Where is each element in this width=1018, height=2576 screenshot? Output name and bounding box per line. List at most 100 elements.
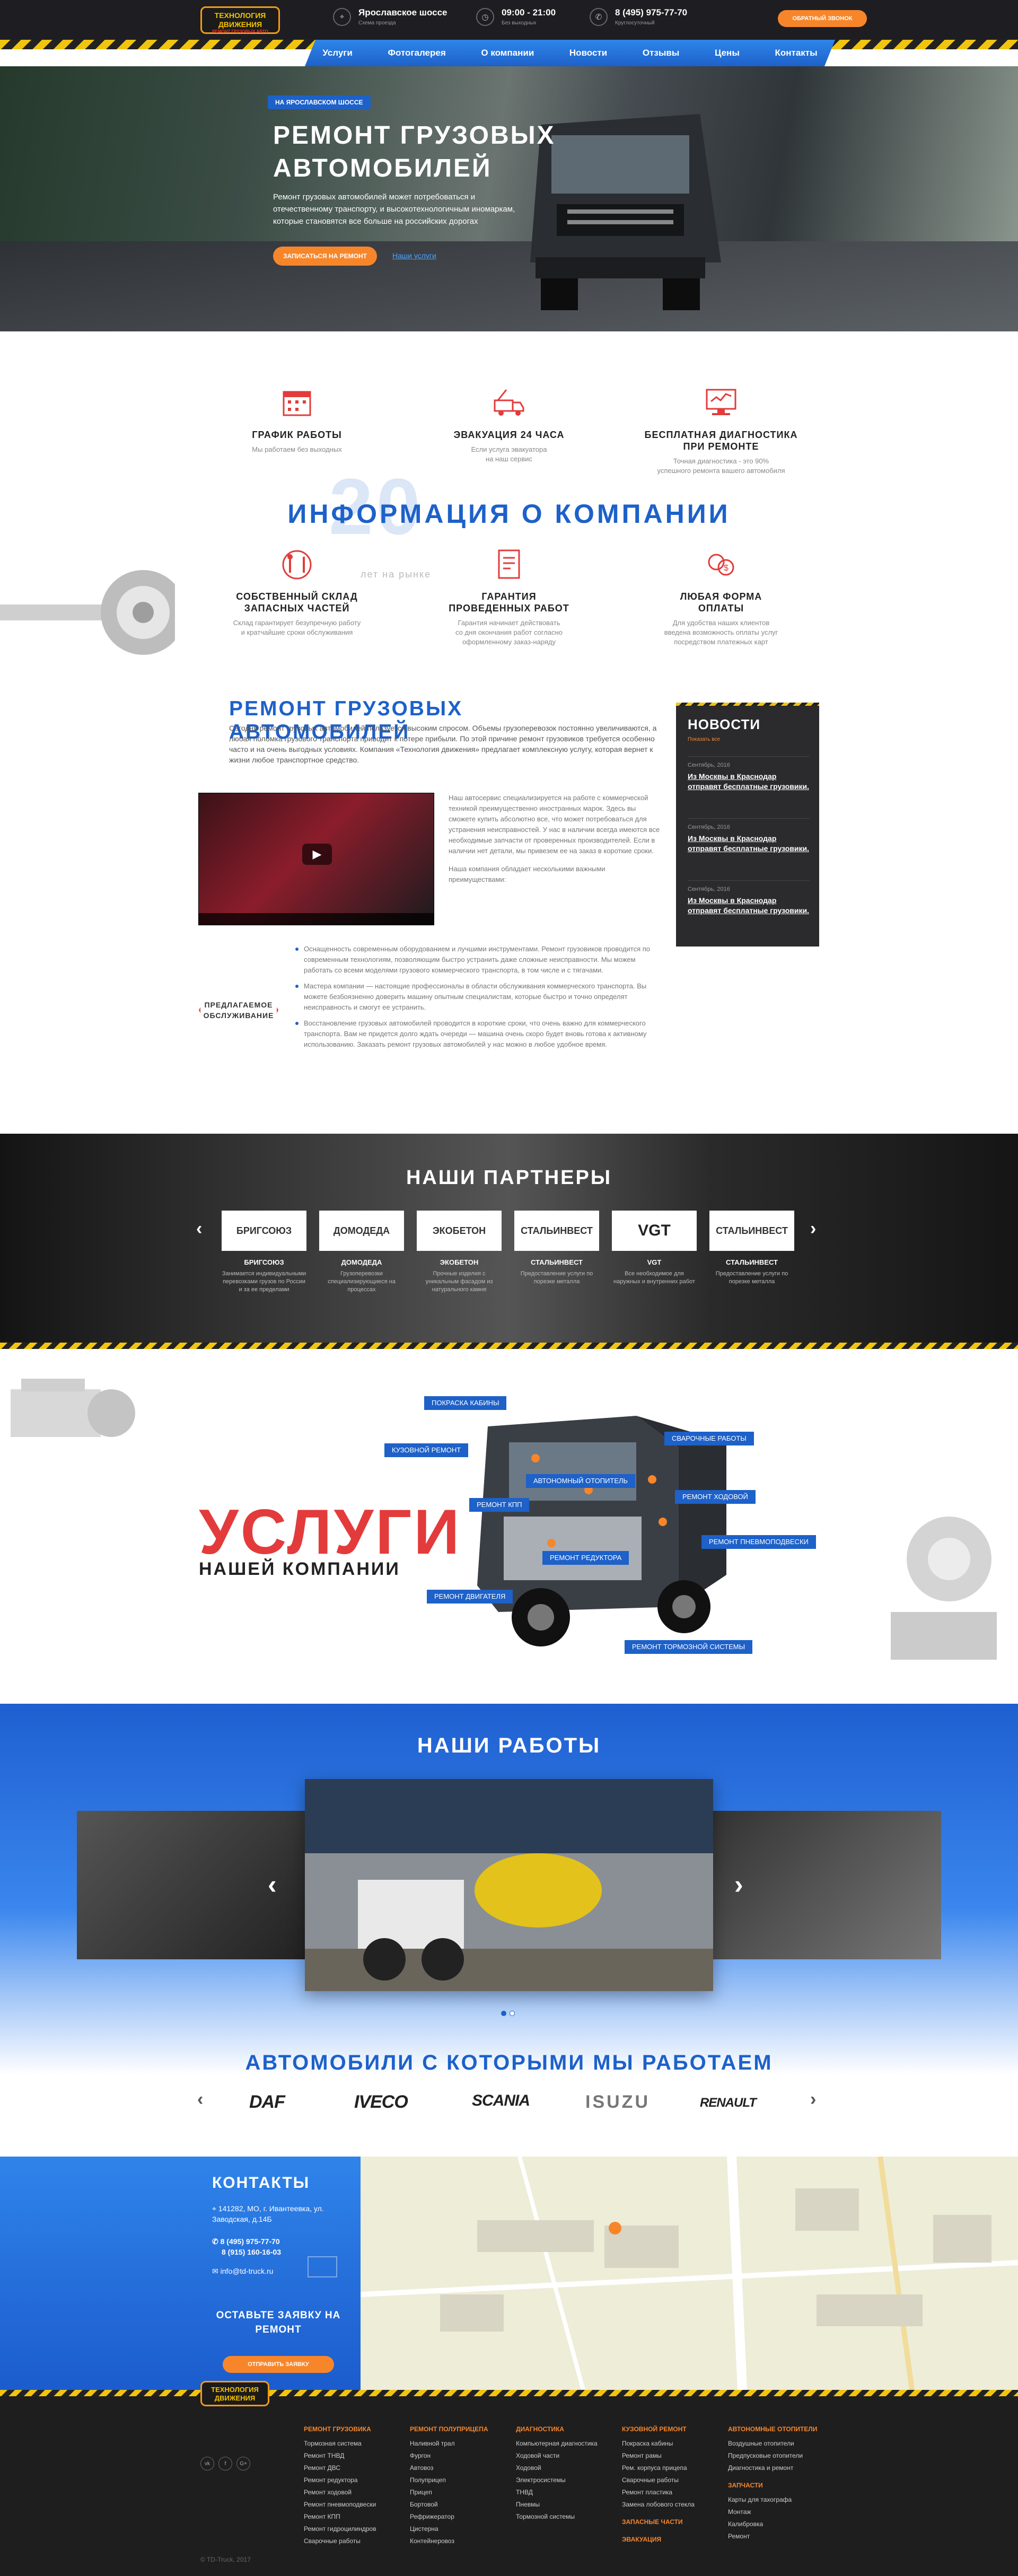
google-plus-icon[interactable]: G+ bbox=[236, 2457, 250, 2470]
footer-link[interactable]: Полуприцеп bbox=[410, 2474, 511, 2486]
footer-link[interactable]: Ремонт КПП bbox=[304, 2511, 405, 2523]
footer-column-heading[interactable]: КУЗОВНОЙ РЕМОНТ bbox=[622, 2423, 723, 2435]
email-link[interactable]: info@td-truck.ru bbox=[221, 2267, 274, 2275]
footer-link[interactable]: Контейнеровоз bbox=[410, 2535, 511, 2547]
service-tag[interactable]: РЕМОНТ ПНЕВМОПОДВЕСКИ bbox=[701, 1535, 816, 1549]
hero-services-link[interactable]: Наши услуги bbox=[392, 251, 436, 260]
partner-logo[interactable]: БРИГСОЮЗ bbox=[222, 1211, 306, 1251]
service-tag[interactable]: РЕМОНТ КПП bbox=[469, 1498, 530, 1512]
brand-logo-isuzu[interactable]: ISUZU bbox=[585, 2092, 650, 2113]
footer-link[interactable]: Прицеп bbox=[410, 2486, 511, 2499]
footer-link[interactable]: Калибровка bbox=[728, 2518, 829, 2530]
dot[interactable] bbox=[510, 2011, 515, 2016]
facebook-icon[interactable]: f bbox=[218, 2457, 232, 2470]
service-tag[interactable]: АВТОНОМНЫЙ ОТОПИТЕЛЬ bbox=[526, 1474, 636, 1488]
footer-column-heading[interactable]: ЭВАКУАЦИЯ bbox=[622, 2534, 723, 2546]
footer-link[interactable]: Покраска кабины bbox=[622, 2438, 723, 2450]
chevron-left-icon[interactable]: ‹ bbox=[268, 1869, 277, 1900]
map[interactable] bbox=[361, 2157, 1018, 2390]
footer-link[interactable]: Рем. корпуса прицепа bbox=[622, 2462, 723, 2474]
brand-logo-renault[interactable]: RENAULT bbox=[700, 2096, 757, 2110]
chevron-left-icon[interactable]: ‹ bbox=[196, 1219, 202, 1239]
brand-logo-scania[interactable]: SCANIA bbox=[472, 2092, 530, 2110]
footer-link[interactable]: Наливной трал bbox=[410, 2438, 511, 2450]
footer-link[interactable]: Цистерна bbox=[410, 2523, 511, 2535]
footer-link[interactable]: Воздушные отопители bbox=[728, 2438, 829, 2450]
footer-link[interactable]: Ремонт ДВС bbox=[304, 2462, 405, 2474]
partner-logo[interactable]: ЭКОБЕТОН bbox=[417, 1211, 502, 1251]
footer-link[interactable]: Монтаж bbox=[728, 2506, 829, 2518]
route-link[interactable]: Схема проезда bbox=[358, 20, 447, 26]
footer-link[interactable]: ТНВД bbox=[516, 2486, 617, 2499]
news-all-link[interactable]: Показать все bbox=[688, 737, 720, 742]
footer-link[interactable]: Ремонт ходовой bbox=[304, 2486, 405, 2499]
footer-column-heading[interactable]: РЕМОНТ ПОЛУПРИЦЕПА bbox=[410, 2423, 511, 2435]
footer-logo[interactable]: ТЕХНОЛОГИЯ ДВИЖЕНИЯ bbox=[200, 2381, 269, 2406]
partner-logo[interactable]: ДОМОДЕДА bbox=[319, 1211, 404, 1251]
vk-icon[interactable]: vk bbox=[200, 2457, 214, 2470]
slider-dots[interactable] bbox=[501, 2011, 515, 2016]
logo[interactable]: ТЕХНОЛОГИЯ ДВИЖЕНИЯ РЕМОНТ ГРУЗОВЫХ АВТО bbox=[200, 6, 280, 34]
footer-link[interactable]: Ремонт рамы bbox=[622, 2450, 723, 2462]
brand-logo-daf[interactable]: DAF bbox=[249, 2092, 285, 2113]
nav-item-prices[interactable]: Цены bbox=[715, 48, 740, 58]
news-item[interactable]: Сентябрь, 2016 Из Москвы в Краснодар отпр… bbox=[688, 756, 810, 792]
news-link[interactable]: Из Москвы в Краснодар отправят бесплатны… bbox=[688, 896, 810, 916]
play-icon[interactable]: ▶ bbox=[302, 844, 332, 865]
partner-logo[interactable]: СТАЛЬИНВЕСТ bbox=[709, 1211, 794, 1251]
footer-link[interactable]: Рефрижератор bbox=[410, 2511, 511, 2523]
dot-active[interactable] bbox=[501, 2011, 506, 2016]
footer-link[interactable]: Сварочные работы bbox=[622, 2474, 723, 2486]
footer-column-heading[interactable]: ЗАПАСНЫЕ ЧАСТИ bbox=[622, 2516, 723, 2528]
footer-link[interactable]: Ходовой bbox=[516, 2462, 617, 2474]
chevron-right-icon[interactable]: › bbox=[810, 2089, 816, 2110]
footer-link[interactable]: Ремонт bbox=[728, 2530, 829, 2543]
chevron-left-icon[interactable]: ‹ bbox=[197, 2089, 203, 2110]
footer-link[interactable]: Ремонт пластика bbox=[622, 2486, 723, 2499]
footer-link[interactable]: Диагностика и ремонт bbox=[728, 2462, 829, 2474]
footer-link[interactable]: Предпусковые отопители bbox=[728, 2450, 829, 2462]
footer-link[interactable]: Тормозная система bbox=[304, 2438, 405, 2450]
news-link[interactable]: Из Москвы в Краснодар отправят бесплатны… bbox=[688, 772, 810, 792]
footer-link[interactable]: Автовоз bbox=[410, 2462, 511, 2474]
service-tag[interactable]: РЕМОНТ ТОРМОЗНОЙ СИСТЕМЫ bbox=[625, 1640, 753, 1654]
nav-item-services[interactable]: Услуги bbox=[322, 48, 353, 58]
footer-link[interactable]: Ходовой части bbox=[516, 2450, 617, 2462]
work-slide-image[interactable] bbox=[713, 1811, 941, 1959]
footer-column-heading[interactable]: ЗАПЧАСТИ bbox=[728, 2479, 829, 2492]
nav-item-gallery[interactable]: Фотогалерея bbox=[388, 48, 445, 58]
partner-logo[interactable]: VGT bbox=[612, 1211, 697, 1251]
footer-link[interactable]: Тормозной системы bbox=[516, 2511, 617, 2523]
hero-signup-button[interactable]: ЗАПИСАТЬСЯ НА РЕМОНТ bbox=[273, 247, 377, 266]
service-tag[interactable]: РЕМОНТ ХОДОВОЙ bbox=[675, 1490, 756, 1504]
news-item[interactable]: Сентябрь, 2016 Из Москвы в Краснодар отпр… bbox=[688, 818, 810, 854]
service-tag[interactable]: КУЗОВНОЙ РЕМОНТ bbox=[384, 1443, 469, 1457]
chevron-right-icon[interactable]: › bbox=[734, 1869, 743, 1900]
chevron-right-icon[interactable]: › bbox=[810, 1219, 816, 1239]
footer-column-heading[interactable]: АВТОНОМНЫЕ ОТОПИТЕЛИ bbox=[728, 2423, 829, 2435]
footer-link[interactable]: Ремонт редуктора bbox=[304, 2474, 405, 2486]
footer-link[interactable]: Ремонт гидроцилиндров bbox=[304, 2523, 405, 2535]
footer-link[interactable]: Сварочные работы bbox=[304, 2535, 405, 2547]
phone-link[interactable]: 8 (915) 160-16-03 bbox=[222, 2248, 281, 2256]
news-item[interactable]: Сентябрь, 2016 Из Москвы в Краснодар отпр… bbox=[688, 880, 810, 916]
footer-link[interactable]: Пневмы bbox=[516, 2499, 617, 2511]
partner-logo[interactable]: СТАЛЬИНВЕСТ bbox=[514, 1211, 599, 1251]
nav-item-reviews[interactable]: Отзывы bbox=[643, 48, 680, 58]
news-link[interactable]: Из Москвы в Краснодар отправят бесплатны… bbox=[688, 834, 810, 854]
footer-column-heading[interactable]: ДИАГНОСТИКА bbox=[516, 2423, 617, 2435]
nav-item-news[interactable]: Новости bbox=[569, 48, 607, 58]
phone-link[interactable]: 8 (495) 975-77-70 bbox=[615, 7, 687, 18]
footer-link[interactable]: Ремонт ТНВД bbox=[304, 2450, 405, 2462]
video-player[interactable]: ▶ bbox=[198, 793, 434, 925]
nav-item-contacts[interactable]: Контакты bbox=[775, 48, 817, 58]
footer-link[interactable]: Замена лобового стекла bbox=[622, 2499, 723, 2511]
service-tag[interactable]: РЕМОНТ ДВИГАТЕЛЯ bbox=[427, 1590, 513, 1604]
nav-item-about[interactable]: О компании bbox=[481, 48, 534, 58]
callback-button[interactable]: ОБРАТНЫЙ ЗВОНОК bbox=[778, 10, 867, 27]
work-slide-image-active[interactable] bbox=[305, 1779, 713, 1991]
footer-link[interactable]: Ремонт пневмоподвески bbox=[304, 2499, 405, 2511]
footer-link[interactable]: Бортовой bbox=[410, 2499, 511, 2511]
footer-link[interactable]: Карты для тахографа bbox=[728, 2494, 829, 2506]
service-tag[interactable]: СВАРОЧНЫЕ РАБОТЫ bbox=[664, 1432, 754, 1445]
